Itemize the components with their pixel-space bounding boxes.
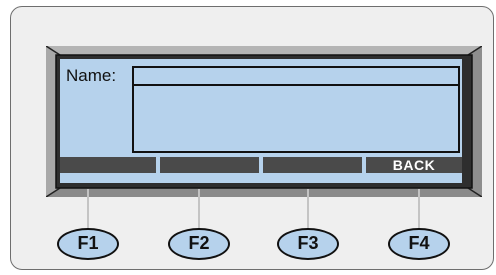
- f2-leader-line: [198, 189, 200, 233]
- f2-button[interactable]: F2: [168, 228, 230, 260]
- f4-leader-line: [418, 189, 420, 233]
- softkey-3: [263, 157, 362, 173]
- name-input[interactable]: [132, 66, 460, 86]
- f3-button[interactable]: F3: [277, 228, 339, 260]
- softkey-back: BACK: [366, 157, 462, 173]
- text-area[interactable]: [132, 84, 460, 153]
- f4-button[interactable]: F4: [388, 228, 450, 260]
- softkey-1: [60, 157, 156, 173]
- softkey-2: [160, 157, 259, 173]
- name-label: Name:: [66, 66, 117, 85]
- lcd-screen: Name: BACK: [60, 59, 462, 183]
- display-bezel: Name: BACK: [46, 46, 482, 197]
- f1-button[interactable]: F1: [57, 228, 119, 260]
- f1-leader-line: [87, 189, 89, 233]
- softkey-bar: BACK: [60, 157, 462, 173]
- device-panel: Name: BACK F1 F2 F3 F4: [10, 6, 494, 270]
- f3-leader-line: [307, 189, 309, 233]
